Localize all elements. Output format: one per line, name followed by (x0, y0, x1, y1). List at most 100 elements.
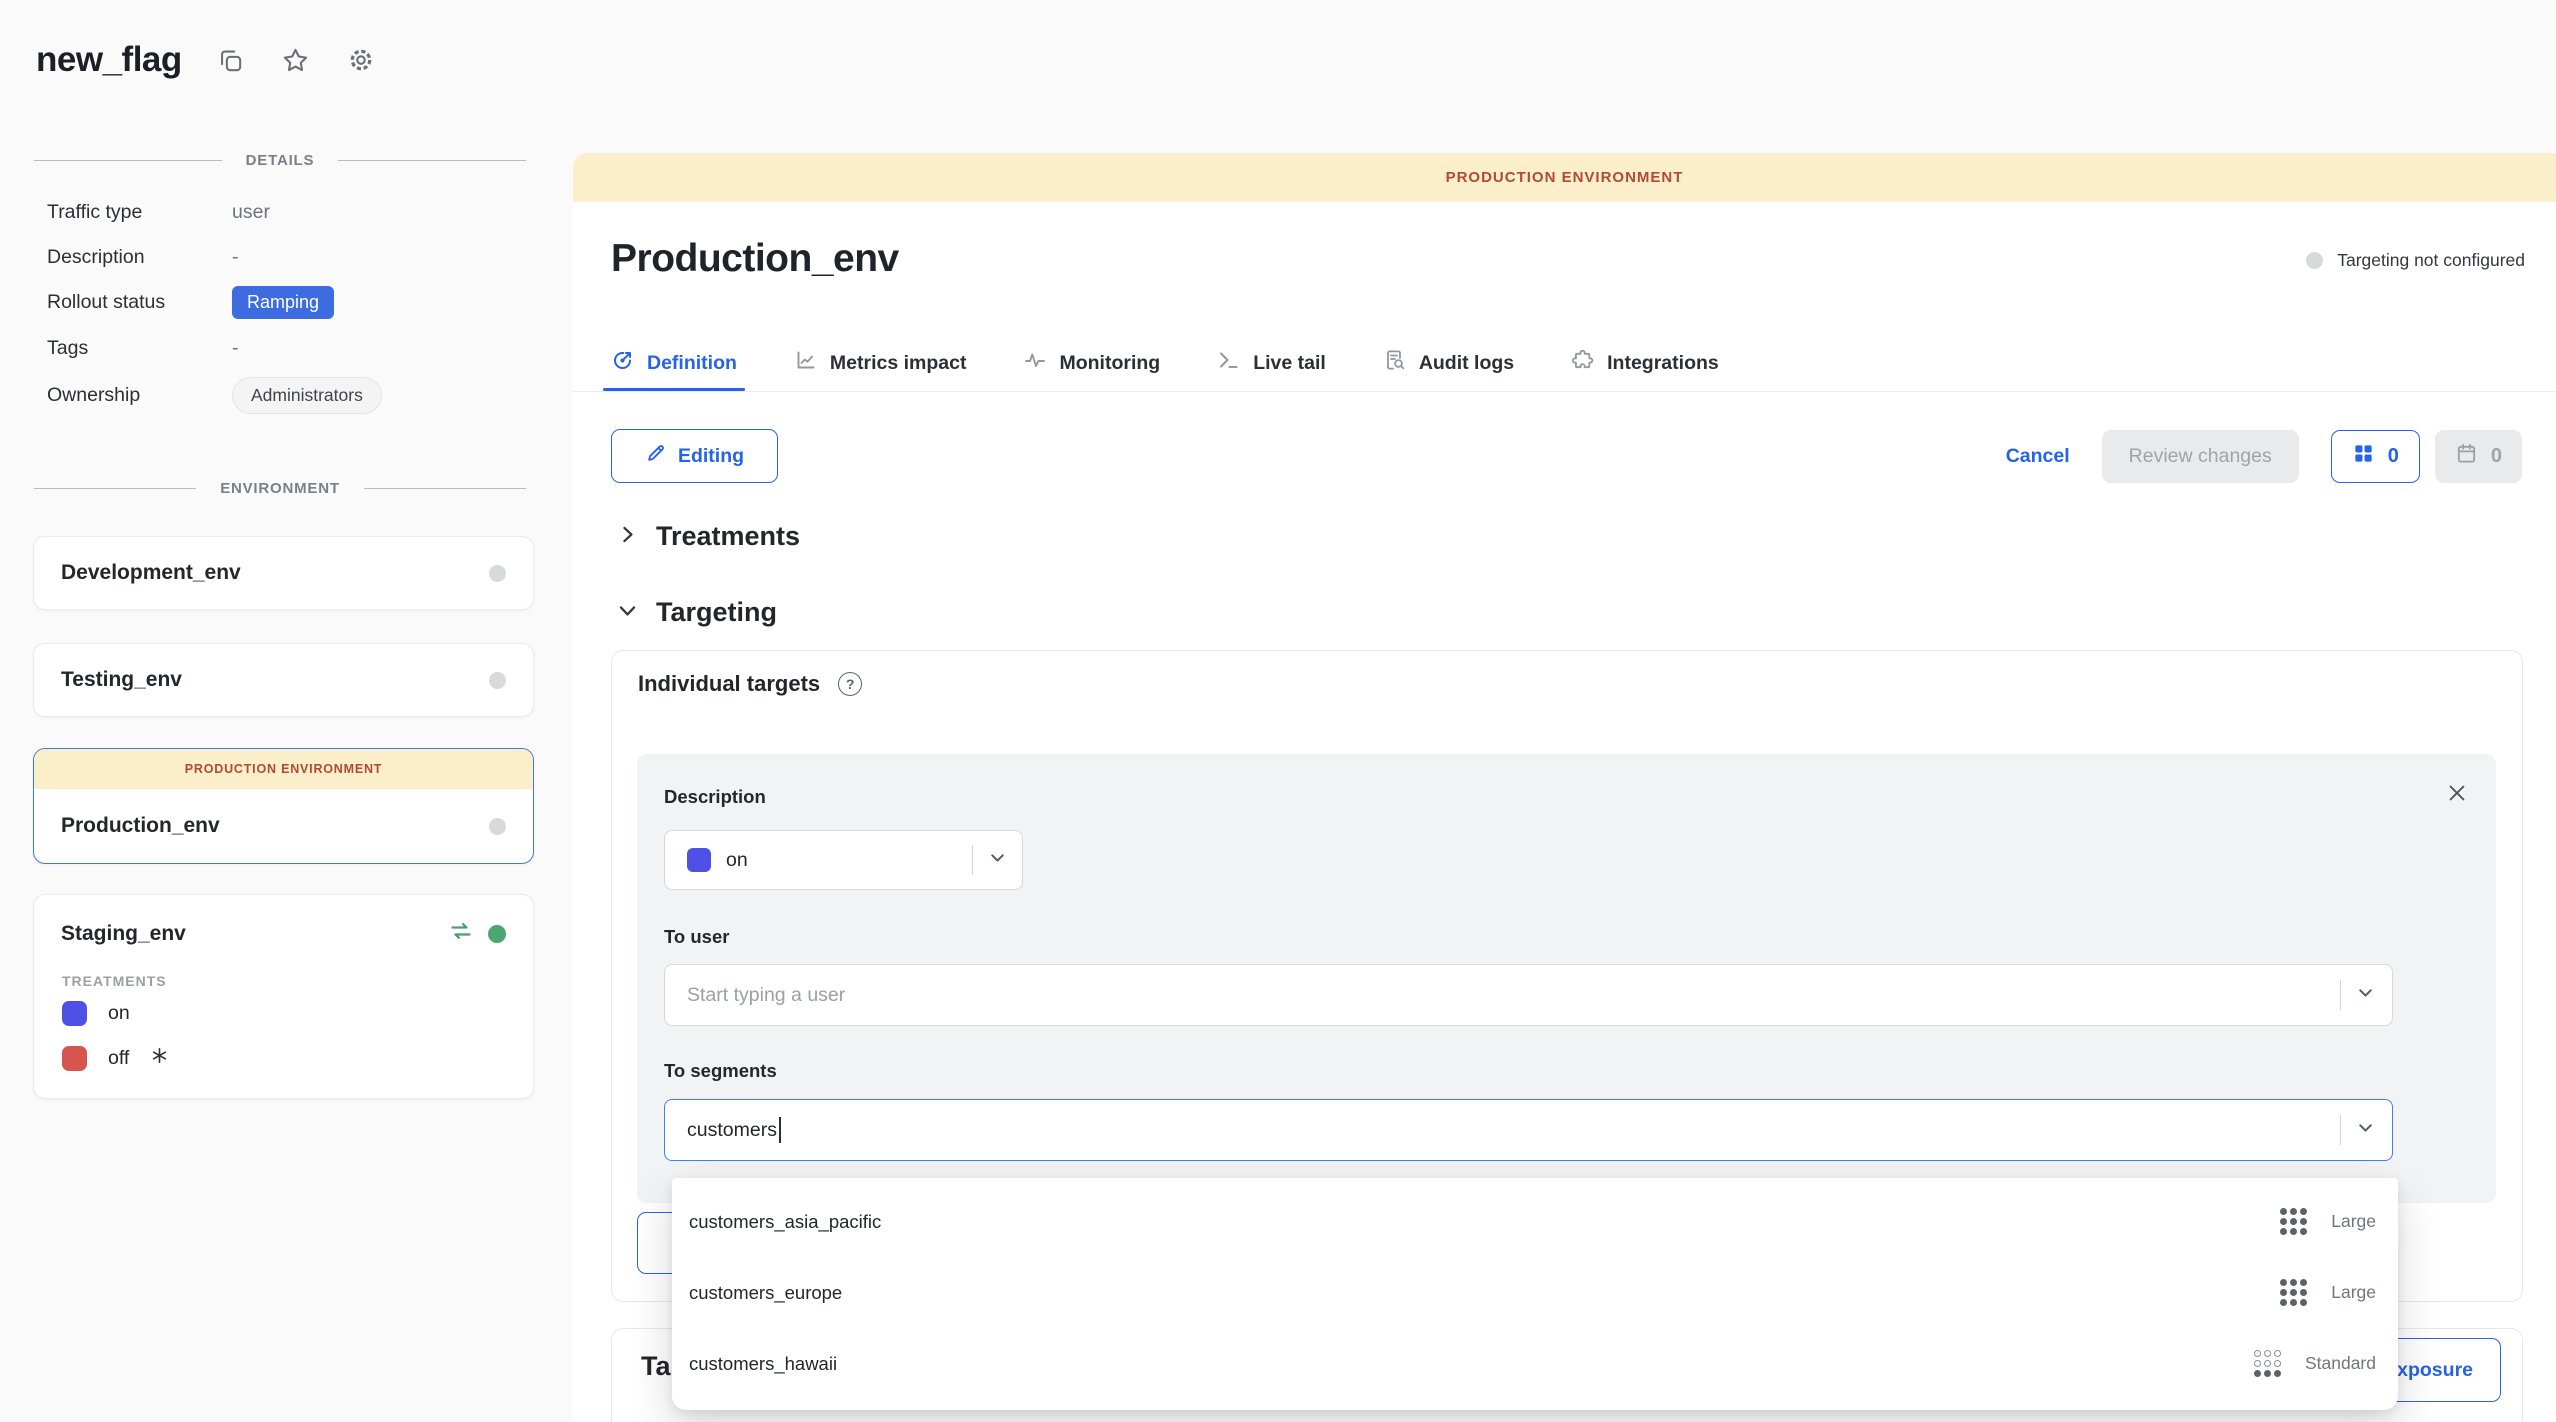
flag-actions (216, 45, 376, 75)
env-name: Testing_env (61, 668, 182, 692)
default-treatment-asterisk-icon (150, 1046, 169, 1071)
segment-size-label: Standard (2305, 1353, 2376, 1374)
treatment-select[interactable]: on (664, 830, 1023, 890)
grid-icon (2352, 442, 2375, 471)
divider-line (34, 488, 196, 489)
tab-metrics-impact[interactable]: Metrics impact (794, 335, 967, 391)
close-icon[interactable] (2446, 782, 2468, 809)
to-segments-input[interactable]: customers (664, 1099, 2393, 1161)
detail-row-rollout-status: Rollout status Ramping (47, 286, 517, 319)
tab-label: Definition (647, 352, 737, 375)
treatments-section-label: Treatments (656, 521, 800, 552)
divider-line (2340, 1115, 2341, 1145)
targeting-section-toggle[interactable]: Targeting (617, 597, 777, 628)
flag-header: new_flag (36, 40, 376, 80)
editing-button[interactable]: Editing (611, 429, 778, 483)
rollout-status-badge[interactable]: Ramping (232, 286, 334, 319)
env-card-testing[interactable]: Testing_env (33, 643, 534, 717)
star-icon[interactable] (281, 46, 310, 75)
treatment-off-swatch (62, 1046, 87, 1071)
detail-row-tags: Tags - (47, 332, 517, 364)
segment-option-asia-pacific[interactable]: customers_asia_pacific Large (672, 1186, 2398, 1257)
standard-segment-grid-icon (2254, 1350, 2281, 1377)
environment-section-header: ENVIRONMENT (34, 480, 526, 497)
segment-option-europe[interactable]: customers_europe Large (672, 1257, 2398, 1328)
tab-label: Monitoring (1059, 352, 1160, 375)
review-changes-button[interactable]: Review changes (2102, 430, 2299, 483)
segment-size-label: Large (2331, 1211, 2376, 1232)
status-dot-icon (489, 818, 506, 835)
detail-label: Traffic type (47, 201, 232, 224)
help-icon[interactable]: ? (838, 672, 862, 696)
env-card-development[interactable]: Development_env (33, 536, 534, 610)
tab-live-tail[interactable]: Live tail (1217, 335, 1326, 391)
chart-line-icon (794, 348, 818, 378)
tab-bar: Definition Metrics impact Monitoring Liv… (611, 335, 1719, 391)
tab-label: Audit logs (1419, 352, 1514, 375)
treatment-on-swatch (62, 1001, 87, 1026)
pulse-icon (1023, 348, 1047, 378)
treatment-color-swatch (687, 848, 711, 872)
tab-integrations[interactable]: Integrations (1571, 335, 1719, 391)
tab-label: Metrics impact (830, 352, 967, 375)
tab-audit-logs[interactable]: Audit logs (1383, 335, 1514, 391)
production-environment-banner: PRODUCTION ENVIRONMENT (34, 749, 533, 789)
target-icon (611, 348, 635, 378)
tab-monitoring[interactable]: Monitoring (1023, 335, 1160, 391)
divider-line (338, 160, 526, 161)
swap-arrows-icon (449, 919, 473, 948)
detail-value: - (232, 246, 239, 269)
detail-label: Tags (47, 337, 232, 360)
text-caret (779, 1117, 781, 1143)
env-name: Development_env (61, 561, 241, 585)
env-card-staging[interactable]: Staging_env TREATMENTS on off (33, 894, 534, 1099)
detail-label: Description (47, 246, 232, 269)
editing-label: Editing (678, 445, 744, 468)
detail-row-traffic-type: Traffic type user (47, 196, 517, 228)
chevron-down-icon[interactable] (2355, 1117, 2376, 1144)
production-environment-banner: PRODUCTION ENVIRONMENT (573, 153, 2556, 202)
detail-row-description: Description - (47, 241, 517, 273)
changes-count-button[interactable]: 0 (2331, 430, 2420, 483)
divider-line (34, 160, 222, 161)
description-label: Description (664, 786, 766, 808)
to-user-input[interactable]: Start typing a user (664, 964, 2393, 1026)
chevron-down-icon[interactable] (2355, 982, 2376, 1009)
divider-line (364, 488, 526, 489)
treatment-off-label: off (108, 1047, 129, 1070)
treatment-on-row: on (62, 1001, 130, 1026)
chevron-down-icon (617, 597, 638, 628)
puzzle-icon (1571, 348, 1595, 378)
segment-option-hawaii[interactable]: customers_hawaii Standard (672, 1328, 2398, 1399)
to-user-placeholder: Start typing a user (687, 984, 2340, 1007)
details-section-header: DETAILS (34, 152, 526, 169)
cancel-button[interactable]: Cancel (2006, 445, 2070, 468)
detail-value: user (232, 201, 270, 224)
chevron-down-icon[interactable] (987, 847, 1008, 873)
details-rows: Traffic type user Description - Rollout … (47, 196, 517, 414)
status-dot-icon (489, 672, 506, 689)
status-dot-icon (489, 565, 506, 582)
tab-definition[interactable]: Definition (611, 335, 737, 391)
targeting-section-label: Targeting (656, 597, 777, 628)
page-title: Production_env (611, 237, 899, 281)
schedule-count-button[interactable]: 0 (2435, 430, 2522, 483)
individual-target-rule: Description on To user Start typing a us… (637, 754, 2496, 1203)
copy-icon[interactable] (216, 46, 245, 75)
flag-title: new_flag (36, 40, 182, 80)
changes-count: 0 (2388, 445, 2399, 468)
toolbar-right: Cancel Review changes 0 0 (2006, 429, 2522, 483)
env-card-production[interactable]: PRODUCTION ENVIRONMENT Production_env (33, 748, 534, 864)
next-section-heading-partial: Ta (641, 1351, 671, 1382)
status-dot-icon (2306, 252, 2323, 269)
segment-size-label: Large (2331, 1282, 2376, 1303)
gear-icon[interactable] (346, 45, 376, 75)
segment-name: customers_hawaii (689, 1353, 2254, 1375)
environment-heading: ENVIRONMENT (220, 480, 340, 497)
treatments-heading: TREATMENTS (62, 973, 167, 989)
tab-label: Integrations (1607, 352, 1719, 375)
ownership-pill[interactable]: Administrators (232, 377, 382, 414)
treatments-section-toggle[interactable]: Treatments (617, 521, 800, 552)
detail-row-ownership: Ownership Administrators (47, 377, 517, 414)
chevron-right-icon (617, 521, 638, 552)
